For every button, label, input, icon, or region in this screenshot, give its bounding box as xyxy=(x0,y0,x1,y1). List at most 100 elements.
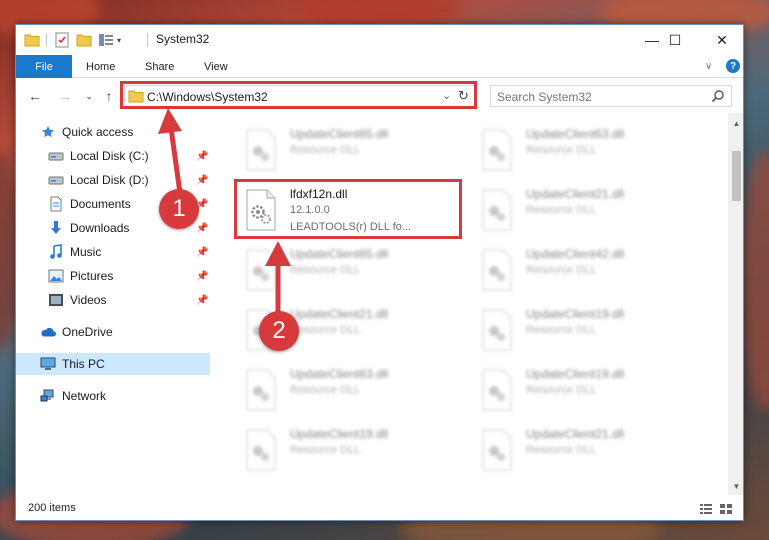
file-name: UpdateClient19.dll xyxy=(526,307,625,321)
file-type: Resource DLL xyxy=(526,204,597,216)
status-bar: 200 items xyxy=(16,498,743,520)
sidebar-item-local-disk-d[interactable]: Local Disk (D:) 📌 xyxy=(48,169,211,191)
list-item[interactable]: UpdateClient19.dll Resource DLL xyxy=(476,303,700,359)
dll-file-icon xyxy=(246,369,276,411)
file-name: UpdateClient63.dll xyxy=(290,367,389,381)
sidebar-item-music[interactable]: Music 📌 xyxy=(48,241,211,263)
list-item[interactable]: UpdateClient65.dll Resource DLL xyxy=(240,243,464,299)
sidebar-item-this-pc[interactable]: This PC xyxy=(16,353,210,375)
file-name: UpdateClient65.dll xyxy=(290,127,389,141)
scroll-up-icon[interactable]: ▲ xyxy=(728,115,743,132)
pin-icon[interactable]: 📌 xyxy=(196,175,208,186)
pin-icon[interactable]: 📌 xyxy=(196,247,208,258)
list-item[interactable]: UpdateClient21.dll Resource DLL xyxy=(476,423,700,479)
address-bar-highlight xyxy=(120,81,477,109)
file-type: Resource DLL xyxy=(526,384,597,396)
up-arrow-icon[interactable]: ↑ xyxy=(100,87,118,105)
forward-arrow-icon[interactable]: → xyxy=(56,87,74,105)
sidebar-item-label: Music xyxy=(70,245,102,259)
file-name: UpdateClient19.dll xyxy=(526,367,625,381)
dll-file-icon xyxy=(482,129,512,171)
sidebar-item-label: Pictures xyxy=(70,269,114,283)
title-bar: ▾ System32 — ☐ ✕ xyxy=(16,25,743,55)
sidebar-item-label: Documents xyxy=(70,197,131,211)
list-item[interactable]: UpdateClient65.dll Resource DLL xyxy=(240,123,464,179)
file-type: Resource DLL xyxy=(526,444,597,456)
documents-icon xyxy=(48,196,64,212)
dll-file-icon xyxy=(482,309,512,351)
file-type: Resource DLL xyxy=(526,144,597,156)
sidebar-item-quick-access[interactable]: Quick access xyxy=(40,121,133,143)
sidebar-item-label: OneDrive xyxy=(62,325,113,339)
scroll-thumb[interactable] xyxy=(732,151,741,201)
file-name: UpdateClient19.dll xyxy=(290,427,389,441)
file-name: UpdateClient42.dll xyxy=(526,247,625,261)
sidebar-item-pictures[interactable]: Pictures 📌 xyxy=(48,265,211,287)
tab-share[interactable]: Share xyxy=(145,55,174,78)
sidebar-item-onedrive[interactable]: OneDrive xyxy=(40,321,113,343)
file-name: UpdateClient21.dll xyxy=(290,307,389,321)
pin-icon[interactable]: 📌 xyxy=(196,295,208,306)
file-type: Resource DLL xyxy=(290,324,361,336)
list-item[interactable]: UpdateClient19.dll Resource DLL xyxy=(476,363,700,419)
downloads-icon xyxy=(48,220,64,236)
search-box[interactable] xyxy=(490,85,732,107)
list-item[interactable]: UpdateClient19.dll Resource DLL xyxy=(240,423,464,479)
sidebar-item-label: Local Disk (C:) xyxy=(70,149,149,163)
recent-locations-chevron-icon[interactable]: ⌄ xyxy=(80,87,98,105)
tab-home[interactable]: Home xyxy=(86,55,115,78)
separator xyxy=(46,33,47,47)
maximize-button[interactable]: ☐ xyxy=(652,25,698,55)
scroll-down-icon[interactable]: ▼ xyxy=(728,478,743,495)
file-type: Resource DLL xyxy=(290,444,361,456)
pin-icon[interactable]: 📌 xyxy=(196,223,208,234)
network-icon xyxy=(40,388,56,404)
tab-file[interactable]: File xyxy=(16,55,72,78)
close-button[interactable]: ✕ xyxy=(699,25,743,55)
pin-icon[interactable]: 📌 xyxy=(196,151,208,162)
customize-chevron-icon[interactable]: ▾ xyxy=(117,36,121,45)
cloud-icon xyxy=(40,324,56,340)
sidebar-item-label: This PC xyxy=(62,357,105,371)
tab-view[interactable]: View xyxy=(204,55,228,78)
list-item[interactable]: UpdateClient63.dll Resource DLL xyxy=(240,363,464,419)
properties-icon[interactable] xyxy=(54,32,70,48)
ribbon-tabs: File Home Share View ∨ ? xyxy=(16,55,743,78)
file-type: Resource DLL xyxy=(290,264,361,276)
sidebar-item-local-disk-c[interactable]: Local Disk (C:) 📌 xyxy=(48,145,211,167)
sidebar-item-network[interactable]: Network xyxy=(40,385,106,407)
dll-file-icon xyxy=(482,189,512,231)
dll-file-icon xyxy=(482,249,512,291)
file-name: UpdateClient63.dll xyxy=(526,127,625,141)
new-folder-icon[interactable] xyxy=(76,33,92,47)
dll-file-icon xyxy=(246,129,276,171)
file-name: UpdateClient65.dll xyxy=(290,247,389,261)
file-list: UpdateClient65.dll Resource DLL UpdateCl… xyxy=(212,113,728,493)
search-icon[interactable] xyxy=(711,89,725,103)
vertical-scrollbar[interactable]: ▲ ▼ xyxy=(728,113,743,495)
pin-icon[interactable]: 📌 xyxy=(196,271,208,282)
drive-icon xyxy=(48,172,64,188)
ribbon-expand-chevron-icon[interactable]: ∨ xyxy=(705,55,712,78)
list-item[interactable]: UpdateClient63.dll Resource DLL xyxy=(476,123,700,179)
file-highlight xyxy=(234,179,462,239)
search-input[interactable] xyxy=(497,89,697,104)
sidebar-item-videos[interactable]: Videos 📌 xyxy=(48,289,211,311)
large-icons-view-icon[interactable] xyxy=(719,503,733,515)
drive-icon xyxy=(48,148,64,164)
videos-icon xyxy=(48,292,64,308)
list-item[interactable]: UpdateClient42.dll Resource DLL xyxy=(476,243,700,299)
window-title: System32 xyxy=(156,32,210,46)
dll-file-icon xyxy=(482,369,512,411)
star-icon xyxy=(40,124,56,140)
wallpaper-leaf xyxy=(740,150,769,410)
folder-icon[interactable] xyxy=(24,33,40,47)
back-arrow-icon[interactable]: ← xyxy=(26,87,44,105)
help-icon[interactable]: ? xyxy=(726,59,740,73)
list-item[interactable]: UpdateClient21.dll Resource DLL xyxy=(476,183,700,239)
separator xyxy=(147,33,148,47)
file-name: UpdateClient21.dll xyxy=(526,187,625,201)
sidebar-item-label: Local Disk (D:) xyxy=(70,173,149,187)
details-view-icon[interactable] xyxy=(699,503,713,515)
view-icon[interactable] xyxy=(98,33,114,47)
